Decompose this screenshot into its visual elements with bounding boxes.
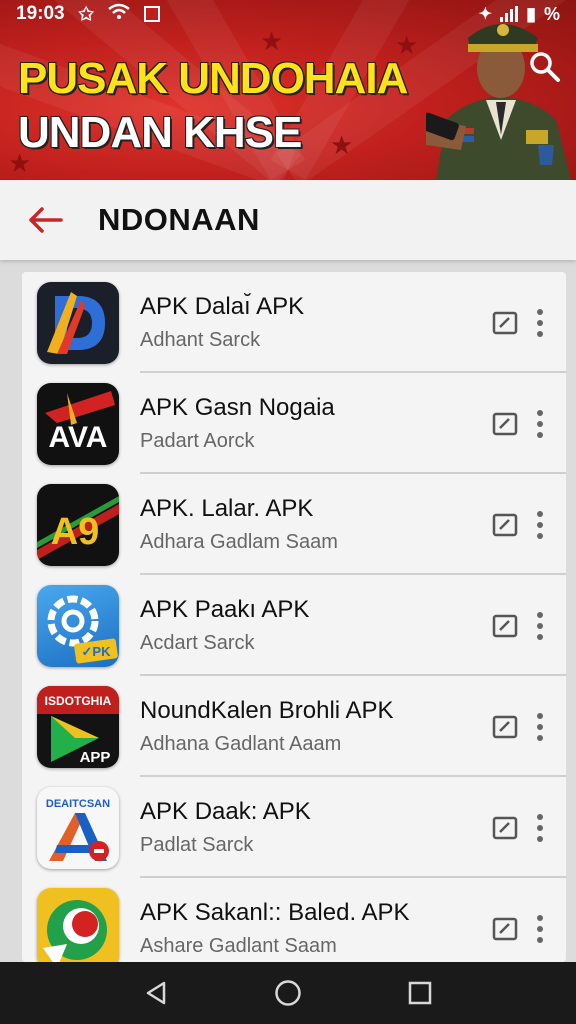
banner-title-line1: PUSAK UNDOHAIA [18, 54, 408, 103]
edit-icon [492, 715, 518, 738]
list-item[interactable]: ✓PK APK Paakı APK Acdart Sarck [22, 575, 566, 676]
notification-icon [143, 6, 160, 22]
edit-button[interactable] [492, 412, 518, 436]
edit-icon [492, 816, 518, 839]
more-options-button[interactable] [534, 308, 546, 337]
edit-icon [492, 412, 518, 435]
app-name: APK Sakanl:: Baled. APK [140, 899, 410, 926]
triangle-back-icon [146, 981, 166, 1005]
more-options-button[interactable] [534, 813, 546, 842]
star-icon: ★ [330, 130, 354, 160]
back-arrow-icon [29, 207, 63, 233]
more-options-button[interactable] [534, 510, 546, 539]
app-name: APK Daak: APK [140, 798, 311, 825]
edit-button[interactable] [492, 513, 518, 537]
list-item[interactable]: AVA APK Gasn Nogaia Padart Aorck [22, 373, 566, 474]
circle-home-icon [275, 980, 301, 1006]
more-options-button[interactable] [534, 914, 546, 943]
status-time: 19:03 [16, 3, 65, 24]
app-icon-label: ✓PK [82, 644, 112, 659]
navigation-bar [0, 962, 576, 1024]
edit-button[interactable] [492, 917, 518, 941]
app-name: APK Gasn Nogaia [140, 394, 335, 421]
star-notification-icon: ✩ [78, 3, 94, 24]
header-banner: ★ ★ ★ ★ 19:03 ✩ ✦ ▮ % PUSAK UNDOHAIA UND… [0, 0, 576, 180]
app-name: APK Dalaı̆ APK [140, 293, 305, 320]
list-item[interactable]: DEAITCSAN APK Daak: APK Padlat Sarck [22, 777, 566, 878]
nav-home-button[interactable] [272, 977, 304, 1009]
app-subtitle: Adhara Gadlam Saam [140, 531, 338, 553]
edit-button[interactable] [492, 311, 518, 335]
app-icon-top-label: DEAITCSAN [46, 798, 110, 810]
app-icon-top-label: ISDOTGHIA [45, 694, 112, 708]
app-subtitle: Ashare Gadlant Saam [140, 935, 337, 957]
edit-button[interactable] [492, 715, 518, 739]
banner-title-line2: UNDAN KHSE [18, 108, 302, 157]
edit-button[interactable] [492, 614, 518, 638]
app-a-icon: DEAITCSAN [37, 786, 119, 869]
edit-icon [492, 614, 518, 637]
more-options-button[interactable] [534, 409, 546, 438]
app-name: APK. Lalar. APK [140, 495, 314, 522]
app-a9-icon: A9 [37, 483, 119, 566]
app-play-icon: ISDOTGHIA APP [37, 685, 119, 768]
search-icon [530, 52, 560, 82]
back-button[interactable] [16, 190, 76, 250]
app-ava-icon: AVA [37, 382, 119, 465]
app-icon-label: A9 [51, 511, 100, 553]
edit-icon [492, 917, 518, 940]
edit-button[interactable] [492, 816, 518, 840]
app-subtitle: Padlat Sarck [140, 834, 254, 856]
app-name: APK Paakı APK [140, 596, 310, 623]
app-icon-label: APP [80, 749, 111, 766]
nav-back-button[interactable] [140, 977, 172, 1009]
wifi-icon [107, 3, 130, 25]
app-name: NoundKalen Brohli APK [140, 697, 394, 724]
edit-icon [492, 311, 518, 334]
app-subtitle: Acdart Sarck [140, 632, 255, 654]
app-gear-icon: ✓PK [37, 584, 119, 667]
more-options-button[interactable] [534, 611, 546, 640]
app-icon-label: AVA [49, 421, 108, 454]
more-options-button[interactable] [534, 712, 546, 741]
nav-recents-button[interactable] [404, 977, 436, 1009]
search-button[interactable] [528, 50, 562, 84]
app-list: APK Dalaı̆ APK Adhant Sarck AVA APK Gasn… [22, 272, 566, 962]
list-item[interactable]: APK Sakanl:: Baled. APK Ashare Gadlant S… [22, 878, 566, 962]
star-icon: ★ [260, 26, 284, 56]
edit-icon [492, 513, 518, 536]
page-title: NDONAAN [98, 202, 260, 237]
app-bar: NDONAAN [0, 180, 576, 260]
app-subtitle: Padart Aorck [140, 430, 255, 452]
list-item[interactable]: ISDOTGHIA APP NoundKalen Brohli APK Adha… [22, 676, 566, 777]
officer-portrait [426, 24, 571, 180]
app-circle-icon [37, 887, 119, 962]
app-subtitle: Adhant Sarck [140, 329, 261, 351]
app-subtitle: Adhana Gadlant Aaam [140, 733, 342, 755]
square-recents-icon [408, 981, 432, 1005]
list-item[interactable]: APK Dalaı̆ APK Adhant Sarck [22, 272, 566, 373]
app-d-icon [37, 281, 119, 364]
list-item[interactable]: A9 APK. Lalar. APK Adhara Gadlam Saam [22, 474, 566, 575]
